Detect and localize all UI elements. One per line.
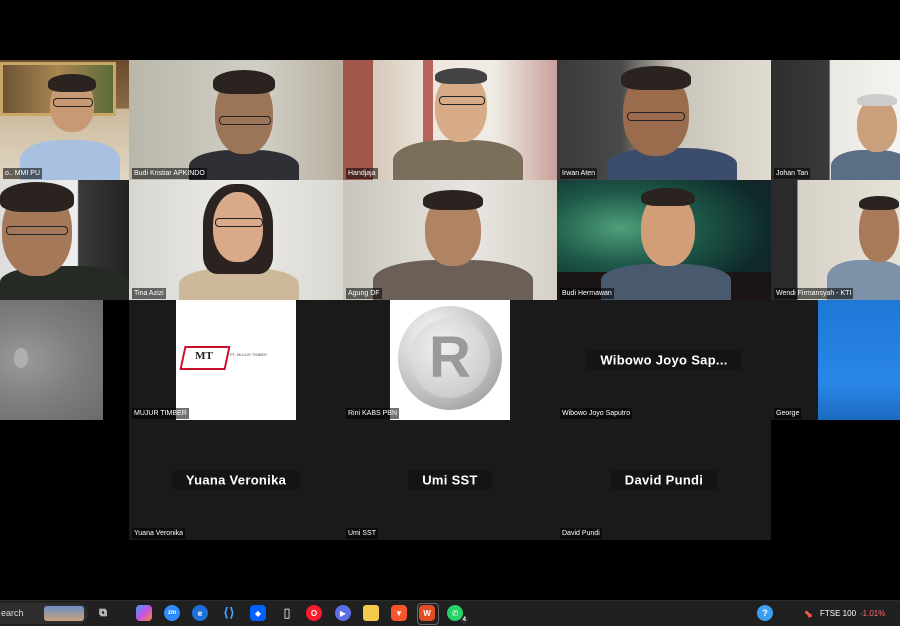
brave-icon[interactable]: ▼	[391, 605, 407, 621]
participant-name: MUJUR TIMBER	[132, 408, 189, 419]
zoom-icon[interactable]: zm	[164, 605, 180, 621]
participant-tile[interactable]: Irwan Aten	[557, 60, 771, 180]
participant-name: Handjaja	[346, 168, 378, 179]
windows-taskbar: earch ⧉ zm e ⟨⟩ ◆ ▯ O ▶ ▼ W ✆ 4 ? ⬊ FTSE…	[0, 600, 900, 626]
stock-ticker[interactable]: FTSE 100 -1.01%	[820, 601, 885, 626]
participant-display-name: Wibowo Joyo Sap...	[586, 350, 742, 370]
participant-name: Johan Tan	[774, 168, 811, 179]
stock-chart-icon: ⬊	[803, 607, 813, 620]
video-gallery: o.. MMI PU Budi Kristiar APKINDO Handjaj…	[0, 0, 900, 600]
folder-icon[interactable]	[363, 605, 379, 621]
participant-name: David Pundi	[560, 528, 602, 539]
participant-name: Budi Hermawan	[560, 288, 614, 299]
registered-trademark-icon: R	[390, 300, 510, 420]
participant-tile[interactable]: Tina Azizi	[129, 180, 343, 300]
active-app-outline	[417, 603, 439, 625]
copilot-icon[interactable]	[136, 605, 152, 621]
company-logo: MT PT. MUJUR TIMBER	[176, 300, 296, 420]
participant-tile[interactable]: David Pundi David Pundi	[557, 420, 771, 540]
participant-display-name: Umi SST	[408, 470, 492, 490]
participant-name: Tina Azizi	[132, 288, 166, 299]
edge-icon[interactable]: e	[192, 605, 208, 621]
participant-name: Rini KABS PBN	[346, 408, 400, 419]
participant-tile[interactable]: MT PT. MUJUR TIMBER MUJUR TIMBER	[129, 300, 343, 420]
participant-display-name: David Pundi	[610, 470, 718, 490]
participant-tile[interactable]	[0, 300, 103, 420]
participant-tile[interactable]: Budi Kristiar APKINDO	[129, 60, 343, 180]
participant-tile[interactable]: Yuana Veronika Yuana Veronika	[129, 420, 343, 540]
participant-tile[interactable]: Wibowo Joyo Sap... Wibowo Joyo Saputro	[557, 300, 771, 420]
dropbox-icon[interactable]: ◆	[250, 605, 266, 621]
help-icon[interactable]: ?	[757, 605, 773, 621]
participant-name: Yuana Veronika	[132, 528, 186, 539]
participant-tile[interactable]: Wendi Firmansyah - KTI	[771, 180, 900, 300]
opera-icon[interactable]: O	[306, 605, 322, 621]
participant-tile[interactable]: Umi SST Umi SST	[343, 420, 557, 540]
participant-name: Agung DF	[346, 288, 382, 299]
participant-name: Wibowo Joyo Saputro	[560, 408, 633, 419]
participant-tile[interactable]: George	[771, 300, 900, 420]
participant-name: Wendi Firmansyah - KTI	[774, 288, 854, 299]
participant-name: Budi Kristiar APKINDO	[132, 168, 207, 179]
participant-name: George	[774, 408, 802, 419]
participant-tile[interactable]: R Rini KABS PBN	[343, 300, 557, 420]
participant-tile[interactable]: Handjaja	[343, 60, 557, 180]
participant-name: o.. MMI PU	[3, 168, 43, 179]
participant-tile[interactable]: Agung DF	[343, 180, 557, 300]
task-view-icon[interactable]: ⧉	[95, 605, 111, 621]
whatsapp-badge: 4	[460, 616, 468, 624]
vscode-icon[interactable]: ⟨⟩	[221, 605, 237, 621]
media-player-icon[interactable]: ▶	[335, 605, 351, 621]
participant-tile[interactable]: Budi Hermawan	[557, 180, 771, 300]
participant-tile[interactable]	[0, 180, 129, 300]
participant-name: Umi SST	[346, 528, 378, 539]
taskbar-search[interactable]: earch	[0, 603, 88, 624]
search-highlight-icon	[44, 606, 84, 621]
participant-tile[interactable]: o.. MMI PU	[0, 60, 129, 180]
participant-name: Irwan Aten	[560, 168, 598, 179]
participant-tile[interactable]: Johan Tan	[771, 60, 900, 180]
participant-display-name: Yuana Veronika	[171, 470, 301, 490]
files-icon[interactable]: ▯	[279, 605, 295, 621]
whatsapp-icon[interactable]: ✆ 4	[447, 605, 468, 624]
